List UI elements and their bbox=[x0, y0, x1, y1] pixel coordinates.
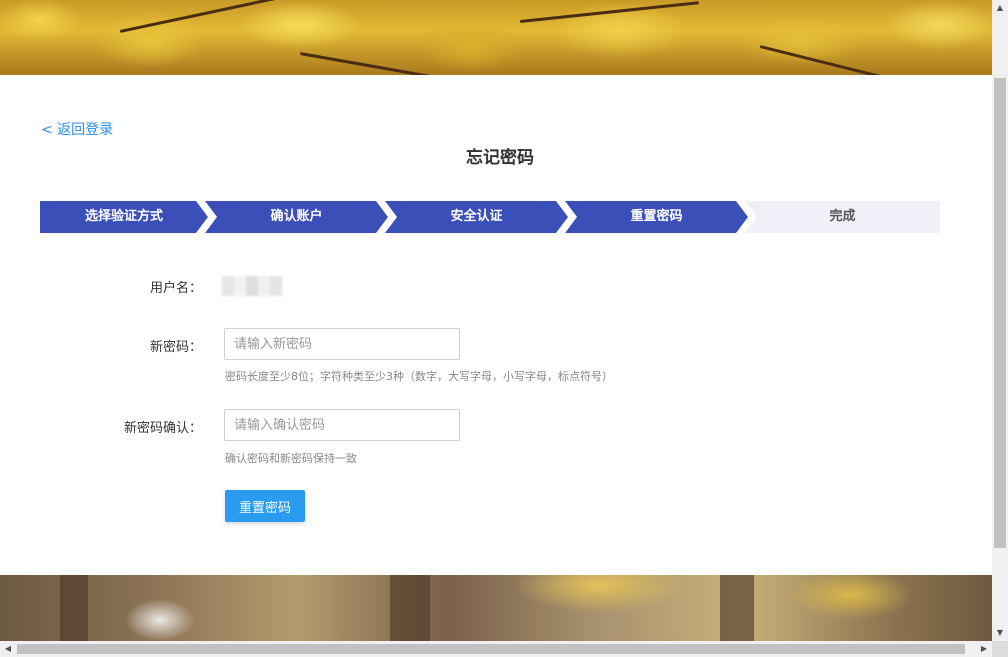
step-complete: 完成 bbox=[745, 201, 940, 233]
step-confirm-account: 确认账户 bbox=[205, 201, 388, 233]
new-password-input[interactable] bbox=[224, 328, 460, 360]
back-to-login-link[interactable]: < 返回登录 bbox=[41, 119, 113, 139]
vertical-scroll-thumb[interactable] bbox=[994, 78, 1006, 548]
username-label: 用户名： bbox=[149, 281, 202, 296]
vertical-scrollbar[interactable]: ▲ ▼ bbox=[992, 0, 1008, 641]
username-value-masked bbox=[222, 276, 282, 296]
step-reset-password: 重置密码 bbox=[565, 201, 748, 233]
scroll-down-icon[interactable]: ▼ bbox=[992, 625, 1008, 641]
bottom-banner-image bbox=[0, 575, 992, 641]
top-banner-image bbox=[0, 0, 992, 75]
confirm-password-input[interactable] bbox=[224, 409, 460, 441]
horizontal-scroll-thumb[interactable] bbox=[17, 644, 965, 654]
confirm-password-hint: 确认密码和新密码保持一致 bbox=[225, 452, 357, 465]
scroll-right-icon[interactable]: ▶ bbox=[976, 641, 992, 657]
page-title: 忘记密码 bbox=[466, 148, 534, 168]
scrollbar-corner bbox=[992, 641, 1008, 657]
scroll-up-icon[interactable]: ▲ bbox=[992, 0, 1008, 16]
step-security-auth: 安全认证 bbox=[385, 201, 568, 233]
new-password-hint: 密码长度至少8位；字符种类至少3种（数字，大写字母，小写字母，标点符号） bbox=[225, 370, 613, 383]
scroll-left-icon[interactable]: ◀ bbox=[0, 641, 16, 657]
step-select-method: 选择验证方式 bbox=[40, 201, 208, 233]
horizontal-scrollbar[interactable]: ◀ ▶ bbox=[0, 641, 992, 657]
new-password-label: 新密码： bbox=[149, 340, 202, 355]
confirm-password-label: 新密码确认： bbox=[123, 421, 202, 436]
progress-steps: 选择验证方式 确认账户 安全认证 重置密码 完成 bbox=[40, 201, 940, 233]
reset-password-button[interactable]: 重置密码 bbox=[225, 490, 305, 522]
